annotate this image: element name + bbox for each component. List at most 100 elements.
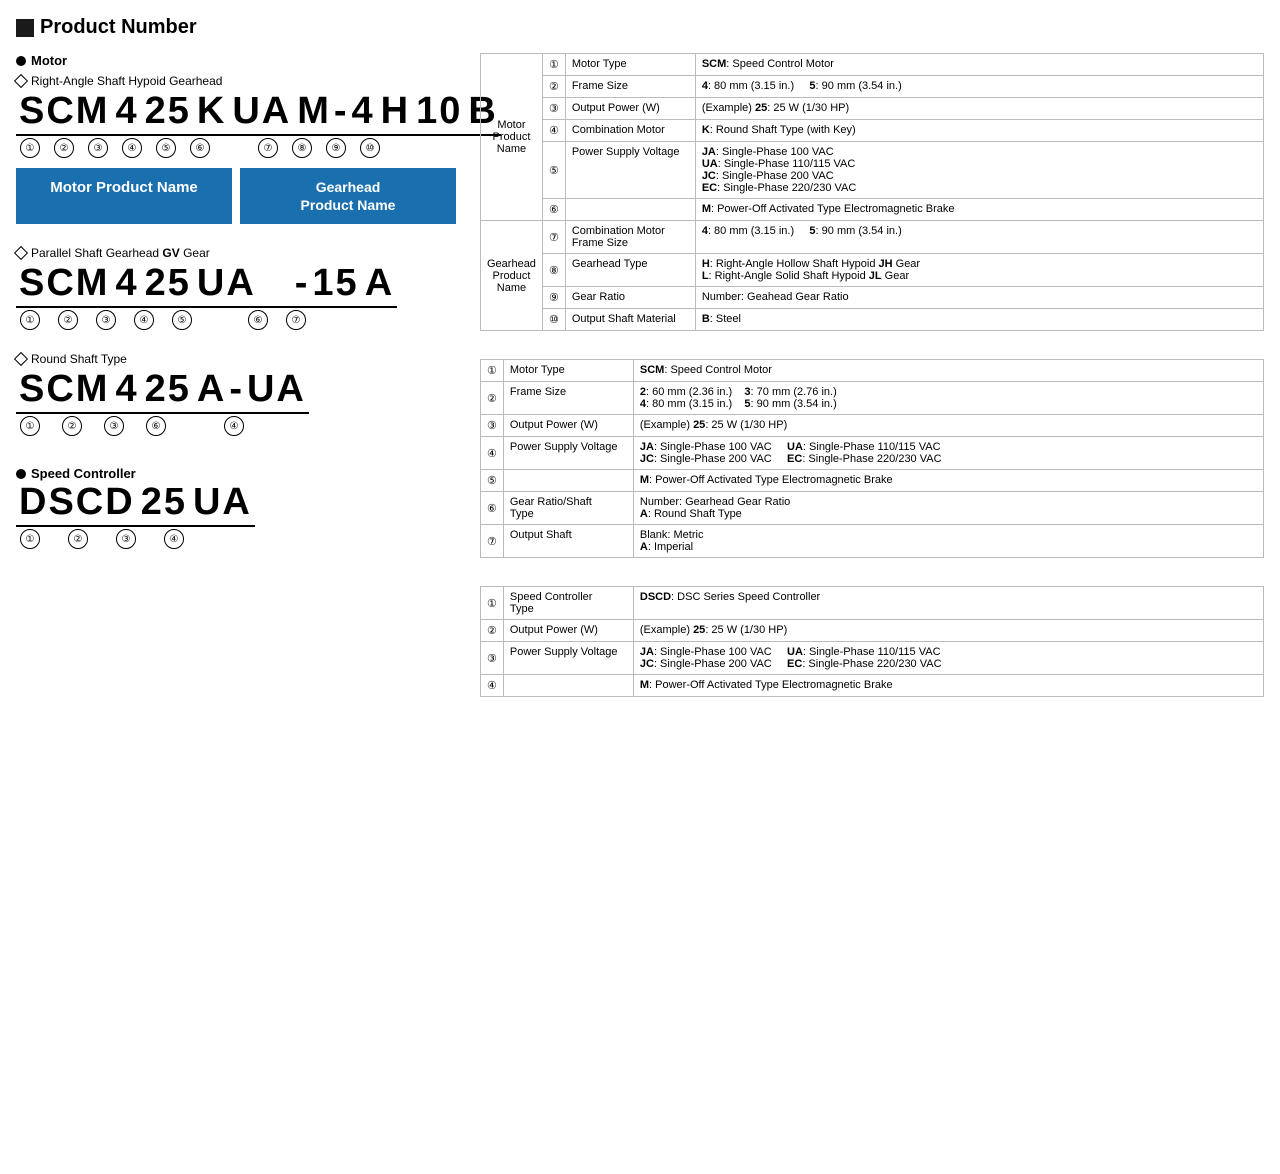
table-row: ④ M: Power-Off Activated Type Electromag… bbox=[481, 675, 1264, 697]
round-diamond-label: Round Shaft Type bbox=[16, 352, 456, 366]
motor-product-name-cell: MotorProductName bbox=[481, 54, 543, 221]
sc-circle-2: ② bbox=[68, 529, 88, 549]
value-gearhead-type: H: Right-Angle Hollow Shaft Hypoid JH Ge… bbox=[695, 254, 1263, 287]
pt-label-4: Power Supply Voltage bbox=[503, 437, 633, 470]
pn-4: 4 bbox=[112, 92, 141, 130]
table-row: ⑤ M: Power-Off Activated Type Electromag… bbox=[481, 470, 1264, 492]
round-label-text: Round Shaft Type bbox=[31, 352, 127, 366]
left-column: Motor Right-Angle Shaft Hypoid Gearhead … bbox=[16, 53, 456, 725]
pn2-scm: SCM bbox=[16, 264, 112, 302]
pn2-15: 15 bbox=[309, 264, 361, 302]
sct-label-1: Speed ControllerType bbox=[503, 587, 633, 620]
bullet-dot-motor bbox=[16, 56, 26, 66]
pn3-scm: SCM bbox=[16, 370, 112, 408]
label-combo-frame: Combination MotorFrame Size bbox=[565, 221, 695, 254]
right-angle-table: MotorProductName ① Motor Type SCM: Speed… bbox=[480, 53, 1264, 331]
sc-circle-4: ④ bbox=[164, 529, 184, 549]
table-row: ⑥ Gear Ratio/ShaftType Number: Gearhead … bbox=[481, 492, 1264, 525]
pn-h: H bbox=[378, 92, 413, 130]
table-row: ② Output Power (W) (Example) 25: 25 W (1… bbox=[481, 620, 1264, 642]
value-output-shaft-mat: B: Steel bbox=[695, 309, 1263, 331]
sct-circle-1: ① bbox=[481, 587, 504, 620]
speed-controller-table-section: ① Speed ControllerType DSCD: DSC Series … bbox=[480, 586, 1264, 697]
speed-ctrl-product-number: DSCD 25 UA bbox=[16, 483, 255, 527]
sct-circle-4: ④ bbox=[481, 675, 504, 697]
circle-row-2: ① ② ③ ④ ⑤ ⑥ ⑦ bbox=[20, 310, 456, 330]
p-circle-2: ② bbox=[58, 310, 78, 330]
circle-5: ⑤ bbox=[156, 138, 176, 158]
pn-ua: UA bbox=[229, 92, 294, 130]
right-angle-section: Right-Angle Shaft Hypoid Gearhead SCM 4 … bbox=[16, 74, 456, 224]
label-gearhead-type: Gearhead Type bbox=[565, 254, 695, 287]
circle-cell-9: ⑨ bbox=[542, 287, 565, 309]
sct-value-1: DSCD: DSC Series Speed Controller bbox=[633, 587, 1263, 620]
label-frame-size: Frame Size bbox=[565, 76, 695, 98]
circle-8: ⑧ bbox=[292, 138, 312, 158]
label-motor-type: Motor Type bbox=[565, 54, 695, 76]
pn2-25: 25 bbox=[142, 264, 194, 302]
circle-10: ⑩ bbox=[360, 138, 380, 158]
label-gear-ratio: Gear Ratio bbox=[565, 287, 695, 309]
parallel-label-text: Parallel Shaft Gearhead GV Gear bbox=[31, 246, 210, 260]
label-combo-motor: Combination Motor bbox=[565, 120, 695, 142]
pt-value-1: SCM: Speed Control Motor bbox=[633, 360, 1263, 382]
right-angle-label-text: Right-Angle Shaft Hypoid Gearhead bbox=[31, 74, 222, 88]
pn2-a: A bbox=[362, 264, 397, 302]
sc-circle-1: ① bbox=[20, 529, 40, 549]
motor-section: Motor Right-Angle Shaft Hypoid Gearhead … bbox=[16, 53, 456, 436]
pn3-25: 25 bbox=[142, 370, 194, 408]
circle-cell-4: ④ bbox=[542, 120, 565, 142]
sct-label-3: Power Supply Voltage bbox=[503, 642, 633, 675]
circle-1: ① bbox=[20, 138, 40, 158]
right-angle-diamond-label: Right-Angle Shaft Hypoid Gearhead bbox=[16, 74, 456, 88]
p-circle-4: ④ bbox=[134, 310, 154, 330]
pn3-a: A bbox=[194, 370, 229, 408]
speed-controller-table: ① Speed ControllerType DSCD: DSC Series … bbox=[480, 586, 1264, 697]
parallel-product-number: SCM 4 25 UA - 15 A bbox=[16, 264, 397, 308]
table-row: ① Motor Type SCM: Speed Control Motor bbox=[481, 360, 1264, 382]
label-output-shaft-mat: Output Shaft Material bbox=[565, 309, 695, 331]
pn2-ua: UA bbox=[194, 264, 259, 302]
table-row: ④ Power Supply Voltage JA: Single-Phase … bbox=[481, 437, 1264, 470]
label-brake bbox=[565, 199, 695, 221]
p-circle-1: ① bbox=[20, 310, 40, 330]
r-circle-2: ② bbox=[62, 416, 82, 436]
pt-circle-3: ③ bbox=[481, 415, 504, 437]
circle-cell-2: ② bbox=[542, 76, 565, 98]
p-circle-7: ⑦ bbox=[286, 310, 306, 330]
pn-row-1: SCM 4 25 K UA M - 4 H 10 B bbox=[16, 92, 501, 130]
pn2-4: 4 bbox=[112, 264, 141, 302]
pt-value-5: M: Power-Off Activated Type Electromagne… bbox=[633, 470, 1263, 492]
parallel-diamond-label: Parallel Shaft Gearhead GV Gear bbox=[16, 246, 456, 260]
circle-cell-10: ⑩ bbox=[542, 309, 565, 331]
diamond-icon-2 bbox=[14, 246, 28, 260]
p-circle-3: ③ bbox=[96, 310, 116, 330]
circle-6: ⑥ bbox=[190, 138, 210, 158]
p-circle-5: ⑤ bbox=[172, 310, 192, 330]
table-row: ③ Output Power (W) (Example) 25: 25 W (1… bbox=[481, 415, 1264, 437]
pn-4b: 4 bbox=[349, 92, 378, 130]
pt-circle-7: ⑦ bbox=[481, 525, 504, 558]
round-shaft-section: Round Shaft Type SCM 4 25 A - UA ① ② ③ bbox=[16, 352, 456, 436]
speed-ctrl-label: Speed Controller bbox=[16, 466, 456, 481]
table-row: ⑧ Gearhead Type H: Right-Angle Hollow Sh… bbox=[481, 254, 1264, 287]
pt-circle-2: ② bbox=[481, 382, 504, 415]
pt-label-7: Output Shaft bbox=[503, 525, 633, 558]
r-circle-3: ③ bbox=[104, 416, 124, 436]
sct-value-2: (Example) 25: 25 W (1/30 HP) bbox=[633, 620, 1263, 642]
table-row: MotorProductName ① Motor Type SCM: Speed… bbox=[481, 54, 1264, 76]
speed-ctrl-label-text: Speed Controller bbox=[31, 466, 136, 481]
pn-row-3: SCM 4 25 A - UA bbox=[16, 370, 309, 408]
label-power-supply: Power Supply Voltage bbox=[565, 142, 695, 199]
motor-product-name-box: Motor Product Name bbox=[16, 168, 232, 224]
table-row: ④ Combination Motor K: Round Shaft Type … bbox=[481, 120, 1264, 142]
circle-3: ③ bbox=[88, 138, 108, 158]
pt-label-6: Gear Ratio/ShaftType bbox=[503, 492, 633, 525]
circle-row-3: ① ② ③ ⑥ ④ bbox=[20, 416, 456, 436]
title-text: Product Number bbox=[40, 16, 197, 39]
sct-circle-3: ③ bbox=[481, 642, 504, 675]
table-row: ③ Power Supply Voltage JA: Single-Phase … bbox=[481, 642, 1264, 675]
pn3-4: 4 bbox=[112, 370, 141, 408]
table-row: ⑥ M: Power-Off Activated Type Electromag… bbox=[481, 199, 1264, 221]
pt-value-3: (Example) 25: 25 W (1/30 HP) bbox=[633, 415, 1263, 437]
